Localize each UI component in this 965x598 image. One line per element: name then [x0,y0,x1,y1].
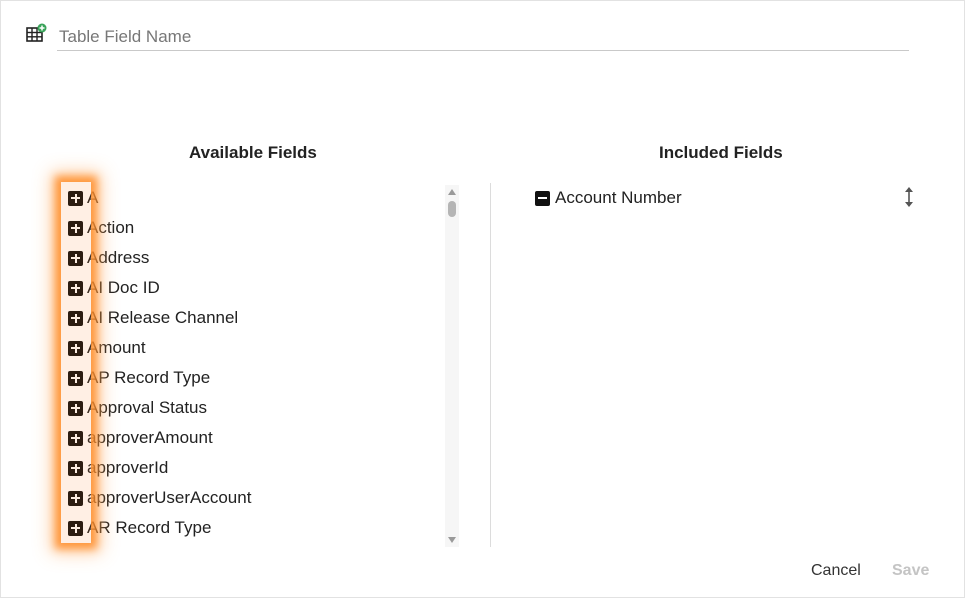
add-icon[interactable] [68,190,83,206]
table-field-name-input[interactable] [57,26,909,51]
field-label: Account Number [555,188,682,207]
scroll-thumb[interactable] [448,201,456,217]
add-icon[interactable] [68,400,83,416]
field-label: Address [87,248,150,267]
list-item[interactable]: approverAmount [61,423,451,453]
add-icon[interactable] [68,340,83,356]
included-fields-title: Included Fields [659,143,783,162]
field-label: approverId [87,458,169,477]
field-label: AP Record Type [87,368,211,387]
available-fields-title: Available Fields [189,143,317,162]
add-icon[interactable] [68,490,83,506]
table-field-dialog: Available Fields Included Fields A Actio… [0,0,965,598]
column-divider [490,183,491,547]
scroll-up-arrow-icon[interactable] [448,189,456,195]
list-item[interactable]: Approval Status [61,393,451,423]
list-item[interactable]: Amount [61,333,451,363]
available-list-scrollbar[interactable] [445,185,459,547]
field-label: Action [87,218,135,237]
list-item[interactable]: A [61,183,451,213]
field-label: Approval Status [87,398,208,417]
scroll-down-arrow-icon[interactable] [448,537,456,543]
included-list-item[interactable]: Account Number [535,183,682,213]
list-item[interactable]: AP Record Type [61,363,451,393]
add-icon[interactable] [68,430,83,446]
field-label: Amount [87,338,146,357]
list-item[interactable]: AI Release Channel [61,303,451,333]
field-label: AI Release Channel [87,308,239,327]
list-item[interactable]: Action [61,213,451,243]
field-label: approverUserAccount [87,488,252,507]
list-item[interactable]: AR Record Type [61,513,451,543]
add-icon[interactable] [68,310,83,326]
list-item[interactable]: AI Doc ID [61,273,451,303]
field-label: AI Doc ID [87,278,160,297]
list-item[interactable]: approverId [61,453,451,483]
list-item[interactable]: Address [61,243,451,273]
field-label: approverAmount [87,428,213,447]
save-button[interactable]: Save [892,562,929,580]
list-item[interactable]: approverUserAccount [61,483,451,513]
add-icon[interactable] [68,220,83,236]
cancel-button[interactable]: Cancel [811,562,861,580]
table-add-icon [26,23,47,42]
remove-icon[interactable] [535,190,550,206]
add-icon[interactable] [68,520,83,536]
drag-handle-icon[interactable] [901,186,917,208]
field-label: A [87,188,99,207]
available-fields-list: A Action Address AI Doc ID AI Release Ch… [61,183,451,547]
add-icon[interactable] [68,250,83,266]
add-icon[interactable] [68,460,83,476]
add-icon[interactable] [68,370,83,386]
field-label: AR Record Type [87,518,212,537]
add-icon[interactable] [68,280,83,296]
